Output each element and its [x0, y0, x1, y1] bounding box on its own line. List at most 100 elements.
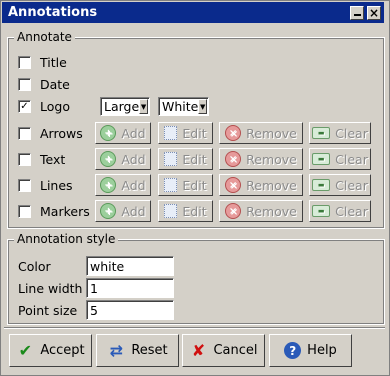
logo-size-value: Large	[104, 99, 140, 114]
clear-icon: ▬	[312, 153, 331, 165]
line-width-field[interactable]	[86, 278, 174, 298]
edit-icon	[164, 178, 178, 192]
date-checkbox-label: Date	[40, 77, 70, 92]
text-checkbox-label: Text	[40, 152, 66, 167]
color-label: Color	[18, 259, 51, 274]
chevron-down-icon[interactable]: ▼	[198, 99, 207, 114]
lines-remove-button[interactable]: × Remove	[219, 174, 303, 196]
remove-label: Remove	[246, 177, 297, 193]
accept-label: Accept	[40, 343, 85, 358]
date-checkbox-row[interactable]: Date	[18, 77, 70, 92]
markers-checkbox-label: Markers	[40, 204, 90, 219]
clear-label: Clear	[335, 177, 368, 193]
add-icon: +	[100, 125, 117, 141]
clear-label: Clear	[335, 125, 368, 141]
markers-checkbox[interactable]	[18, 205, 31, 218]
logo-checkbox-label: Logo	[40, 99, 70, 114]
cancel-button[interactable]: ✘ Cancel	[182, 334, 265, 367]
help-label: Help	[307, 343, 337, 358]
line-width-label: Line width	[18, 281, 83, 296]
logo-size-select[interactable]: Large ▼	[100, 97, 150, 116]
arrows-checkbox[interactable]	[18, 127, 31, 140]
help-button[interactable]: ? Help	[269, 334, 352, 367]
clear-icon: ▬	[312, 127, 331, 139]
add-icon: +	[100, 151, 117, 167]
add-icon: +	[100, 177, 117, 193]
logo-color-value: White	[162, 99, 199, 114]
remove-icon: ×	[225, 203, 242, 219]
edit-label: Edit	[182, 203, 207, 219]
lines-add-button[interactable]: + Add	[95, 174, 151, 196]
add-label: Add	[121, 203, 146, 219]
accept-button[interactable]: ✔ Accept	[9, 334, 92, 367]
add-label: Add	[121, 177, 146, 193]
close-icon: ×	[368, 5, 380, 20]
clear-icon: ▬	[312, 205, 331, 217]
text-checkbox[interactable]	[18, 153, 31, 166]
text-clear-button[interactable]: ▬ Clear	[309, 148, 371, 170]
edit-icon	[164, 126, 178, 140]
markers-remove-button[interactable]: × Remove	[219, 200, 303, 222]
help-icon: ?	[284, 342, 302, 359]
annotations-window: Annotations × Annotate Title Date ✓ Logo…	[0, 0, 390, 376]
clear-icon: ▬	[312, 179, 331, 191]
title-checkbox-label: Title	[40, 55, 67, 70]
add-icon: +	[100, 203, 117, 219]
close-button[interactable]: ×	[367, 5, 381, 20]
remove-label: Remove	[246, 151, 297, 167]
lines-clear-button[interactable]: ▬ Clear	[309, 174, 371, 196]
edit-label: Edit	[182, 125, 207, 141]
markers-edit-button[interactable]: Edit	[158, 200, 213, 222]
reset-label: Reset	[131, 343, 168, 358]
point-size-label: Point size	[18, 303, 78, 318]
remove-label: Remove	[246, 125, 297, 141]
minimize-button[interactable]	[350, 5, 364, 20]
minimize-icon	[354, 13, 361, 16]
arrows-checkbox-row[interactable]: Arrows	[18, 126, 83, 141]
edit-label: Edit	[182, 151, 207, 167]
lines-checkbox-row[interactable]: Lines	[18, 178, 73, 193]
logo-checkbox-row[interactable]: ✓ Logo	[18, 99, 70, 114]
clear-label: Clear	[335, 203, 368, 219]
remove-icon: ×	[225, 151, 242, 167]
arrows-clear-button[interactable]: ▬ Clear	[309, 122, 371, 144]
point-size-field[interactable]	[86, 300, 174, 320]
add-label: Add	[121, 151, 146, 167]
markers-checkbox-row[interactable]: Markers	[18, 204, 90, 219]
edit-icon	[164, 204, 178, 218]
title-checkbox-row[interactable]: Title	[18, 55, 67, 70]
checkmark-icon: ✓	[20, 100, 29, 112]
lines-edit-button[interactable]: Edit	[158, 174, 213, 196]
clear-label: Clear	[335, 151, 368, 167]
arrows-edit-button[interactable]: Edit	[158, 122, 213, 144]
checkmark-icon: ✔	[18, 341, 33, 360]
arrows-checkbox-label: Arrows	[40, 126, 83, 141]
edit-label: Edit	[182, 177, 207, 193]
edit-icon	[164, 152, 178, 166]
arrows-remove-button[interactable]: × Remove	[219, 122, 303, 144]
text-edit-button[interactable]: Edit	[158, 148, 213, 170]
text-checkbox-row[interactable]: Text	[18, 152, 65, 167]
markers-add-button[interactable]: + Add	[95, 200, 151, 222]
lines-checkbox[interactable]	[18, 179, 31, 192]
remove-icon: ×	[225, 177, 242, 193]
text-remove-button[interactable]: × Remove	[219, 148, 303, 170]
add-label: Add	[121, 125, 146, 141]
arrows-add-button[interactable]: + Add	[95, 122, 151, 144]
text-add-button[interactable]: + Add	[95, 148, 151, 170]
logo-checkbox[interactable]: ✓	[18, 100, 31, 113]
window-title: Annotations	[8, 5, 98, 20]
remove-icon: ×	[225, 125, 242, 141]
refresh-icon: ⇄	[109, 341, 124, 360]
date-checkbox[interactable]	[18, 78, 31, 91]
title-bar[interactable]: Annotations ×	[2, 2, 384, 23]
cancel-icon: ✘	[191, 341, 206, 360]
annotate-group-title: Annotate	[14, 30, 75, 44]
color-field[interactable]	[86, 256, 174, 276]
markers-clear-button[interactable]: ▬ Clear	[309, 200, 371, 222]
title-checkbox[interactable]	[18, 56, 31, 69]
logo-color-select[interactable]: White ▼	[158, 97, 209, 116]
cancel-label: Cancel	[213, 343, 258, 358]
chevron-down-icon[interactable]: ▼	[139, 99, 148, 114]
reset-button[interactable]: ⇄ Reset	[96, 334, 179, 367]
